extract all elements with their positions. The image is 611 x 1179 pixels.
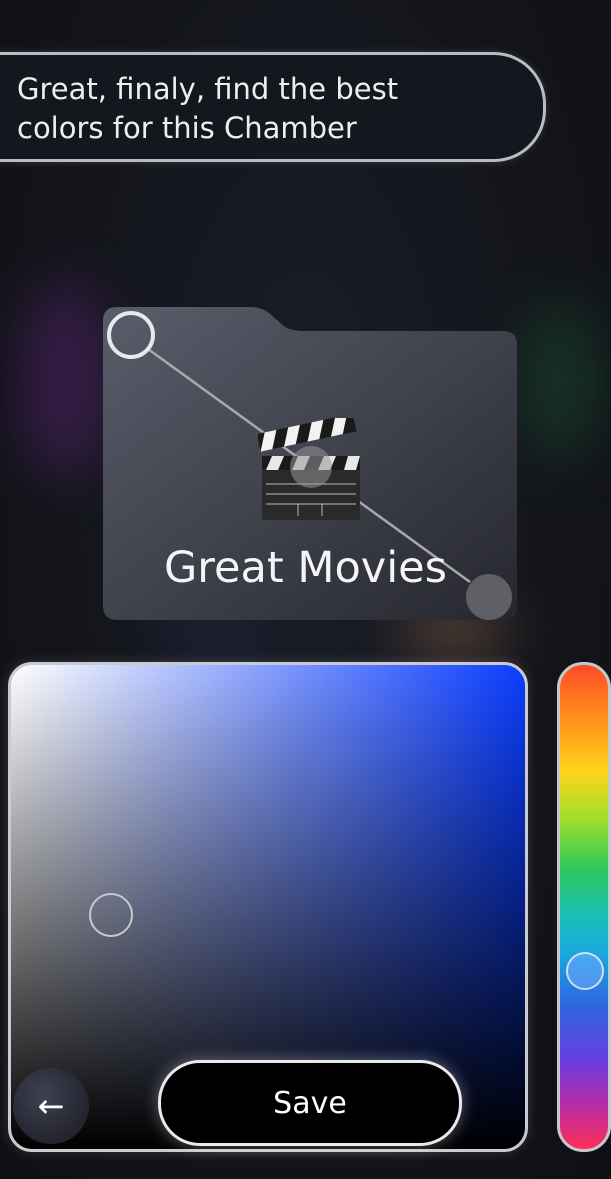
prompt-line-1: Great, finaly, find the best xyxy=(17,72,399,106)
arrow-left-icon: ← xyxy=(37,1087,65,1125)
hue-slider-thumb[interactable] xyxy=(566,952,604,990)
gradient-start-handle[interactable] xyxy=(107,311,155,359)
save-button-label: Save xyxy=(273,1085,347,1121)
back-button[interactable]: ← xyxy=(13,1068,89,1144)
save-button[interactable]: Save xyxy=(158,1060,462,1146)
background-glow xyxy=(520,300,600,460)
folder-title: Great Movies xyxy=(163,543,448,593)
screen: Great, finaly, find the best colors for … xyxy=(0,0,611,1179)
gradient-midpoint-handle[interactable] xyxy=(290,446,332,488)
prompt-line-2: colors for this Chamber xyxy=(17,111,357,145)
background-glow xyxy=(20,280,110,480)
hue-slider[interactable] xyxy=(557,662,611,1152)
color-picker-cursor[interactable] xyxy=(89,893,133,937)
prompt-text: Great, finaly, find the best colors for … xyxy=(17,70,517,148)
